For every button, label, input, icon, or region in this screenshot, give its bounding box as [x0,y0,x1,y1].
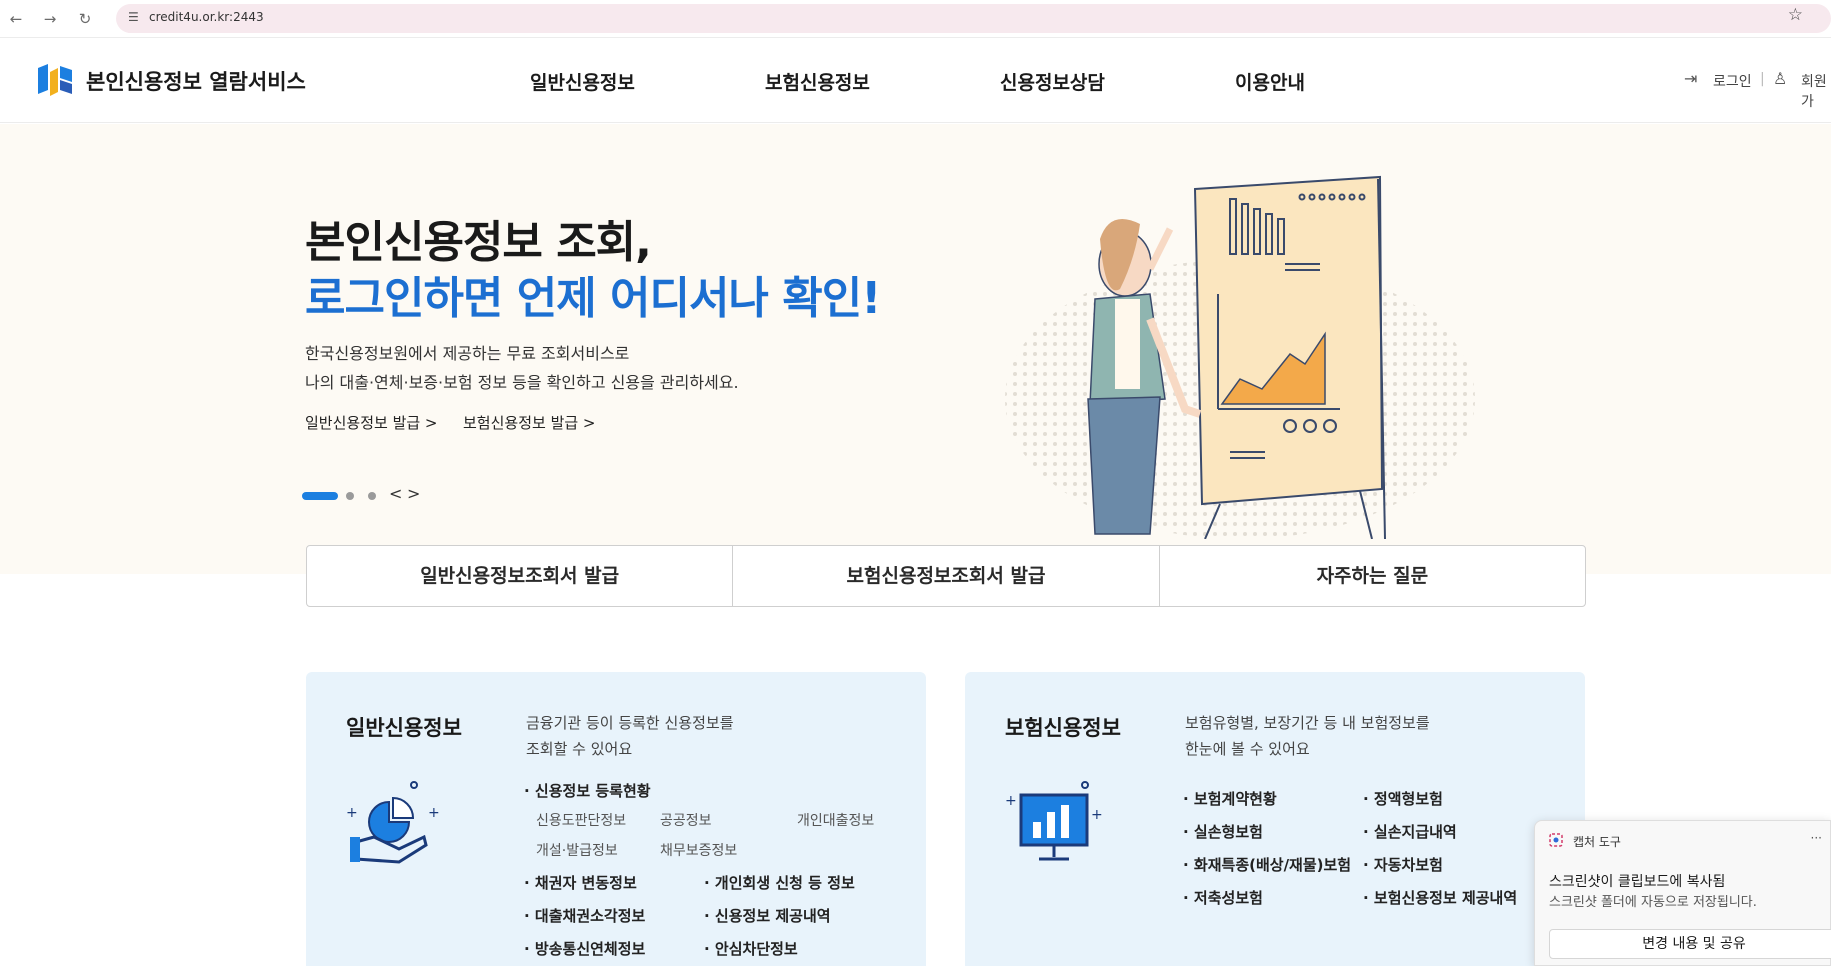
insurance-credit-card: 보험신용정보 보험유형별, 보장기간 등 내 보험정보를 한눈에 볼 수 있어요… [965,672,1585,966]
nav-insurance-credit[interactable]: 보험신용정보 [765,68,870,95]
tune-icon[interactable]: ☰ [128,10,139,24]
screenshot-toast[interactable]: 캡처 도구 ··· 스크린샷이 클립보드에 복사됨 스크린샷 폴더에 자동으로 … [1534,820,1831,966]
hero-title-line1: 본인신용정보 조회, [305,217,652,268]
svg-text:+: + [1091,807,1103,823]
nav-general-credit[interactable]: 일반신용정보 [530,68,635,95]
list-item-label[interactable]: 저축성보험 [1194,889,1263,907]
list-item[interactable]: · 실손형보험 [1183,821,1263,842]
list-item-label[interactable]: 보험신용정보 제공내역 [1374,889,1517,907]
list-item-label[interactable]: 방송통신연체정보 [535,940,645,958]
list-item[interactable]: · 자동차보험 [1363,854,1443,875]
list-item[interactable]: · 신용정보 제공내역 [704,905,831,926]
svg-text:+: + [346,805,358,821]
monitor-bar-chart-icon: + + [1005,781,1103,861]
list-item-label[interactable]: 채권자 변동정보 [535,874,637,892]
toast-app-name: 캡처 도구 [1573,835,1621,849]
back-arrow-icon[interactable]: ← [6,9,26,29]
list-item-label[interactable]: 실손형보험 [1194,823,1263,841]
quick-faq[interactable]: 자주하는 질문 [1160,546,1585,606]
list-item-label[interactable]: 안심차단정보 [715,940,798,958]
quick-general-credit-report[interactable]: 일반신용정보조회서 발급 [307,546,734,606]
url-text[interactable]: credit4u.or.kr:2443 [149,10,264,24]
card-title[interactable]: 일반신용정보 [346,712,462,742]
list-item[interactable]: · 안심차단정보 [704,938,798,959]
list-item-label[interactable]: 신용정보 제공내역 [715,907,831,925]
hero-title-line2: 로그인하면 언제 어디서나 확인! [305,273,881,324]
signup-link[interactable]: 회원가 [1801,71,1831,111]
list-item[interactable]: · 화재특종(배상/재물)보험 [1183,854,1351,875]
hero-desc-line2: 나의 대출·연체·보증·보험 정보 등을 확인하고 신용을 관리하세요. [305,373,739,392]
list-item-label[interactable]: 개인회생 신청 등 정보 [715,874,855,892]
list-item[interactable]: · 보험신용정보 제공내역 [1363,887,1517,908]
list-item-label[interactable]: 화재특종(배상/재물)보험 [1194,856,1351,874]
list-item[interactable]: · 저축성보험 [1183,887,1263,908]
list-item-label[interactable]: 실손지급내역 [1374,823,1457,841]
hero-banner: 본인신용정보 조회, 로그인하면 언제 어디서나 확인! 한국신용정보원에서 제… [0,124,1831,574]
edit-and-share-button[interactable]: 변경 내용 및 공유 [1549,929,1831,959]
nav-credit-consult[interactable]: 신용정보상담 [1000,68,1105,95]
card-desc: 금융기관 등이 등록한 신용정보를 조회할 수 있어요 [526,710,734,762]
svg-text:+: + [1005,793,1017,809]
login-icon[interactable]: ⇥ [1684,69,1697,88]
list-item-label[interactable]: 보험계약현황 [1194,790,1277,808]
toast-submessage: 스크린샷 폴더에 자동으로 저장됩니다. [1549,895,1757,910]
card-desc-line2: 조회할 수 있어요 [526,740,633,758]
list-item[interactable]: · 정액형보험 [1363,788,1443,809]
list-item[interactable]: · 방송통신연체정보 [524,938,645,959]
site-header: 본인신용정보 열람서비스 일반신용정보 보험신용정보 신용정보상담 이용안내 ⇥… [0,38,1831,123]
reload-icon[interactable]: ↻ [75,9,95,29]
list-item-label[interactable]: 정액형보험 [1374,790,1443,808]
sub-item[interactable]: 개인대출정보 [797,810,874,830]
list-item[interactable]: · 채권자 변동정보 [524,872,637,893]
list-item[interactable]: · 대출채권소각정보 [524,905,645,926]
card-desc-line2: 한눈에 볼 수 있어요 [1185,740,1310,758]
card-desc: 보험유형별, 보장기간 등 내 보험정보를 한눈에 볼 수 있어요 [1185,710,1430,762]
login-link[interactable]: 로그인 [1713,71,1752,91]
group-title[interactable]: 신용정보 등록현황 [535,782,651,800]
nav-usage-guide[interactable]: 이용안내 [1235,68,1305,95]
user-icon[interactable]: ♙ [1773,69,1787,88]
sub-item[interactable]: 공공정보 [660,810,712,830]
star-icon[interactable]: ☆ [1788,5,1803,25]
quick-menu: 일반신용정보조회서 발급 보험신용정보조회서 발급 자주하는 질문 [306,545,1586,607]
quick-insurance-credit-report[interactable]: 보험신용정보조회서 발급 [733,546,1160,606]
list-item[interactable]: · 실손지급내역 [1363,821,1457,842]
hero-desc-line1: 한국신용정보원에서 제공하는 무료 조회서비스로 [305,344,630,363]
list-item[interactable]: · 보험계약현황 [1183,788,1277,809]
card-desc-line1: 보험유형별, 보장기간 등 내 보험정보를 [1185,714,1430,732]
list-item-label[interactable]: 대출채권소각정보 [535,907,645,925]
forward-arrow-icon[interactable]: → [40,9,60,29]
site-title[interactable]: 본인신용정보 열람서비스 [86,66,306,96]
list-item[interactable]: · 신용정보 등록현황 [524,780,651,801]
slider-next-button[interactable]: > [407,484,420,503]
sub-item[interactable]: 신용도판단정보 [536,810,626,830]
general-credit-card: 일반신용정보 금융기관 등이 등록한 신용정보를 조회할 수 있어요 + + ·… [306,672,926,966]
sub-item[interactable]: 채무보증정보 [660,840,737,860]
cis-logo[interactable] [34,62,76,98]
address-bar[interactable]: ☰ credit4u.or.kr:2443 [116,4,1831,33]
toast-message: 스크린샷이 클립보드에 복사됨 [1549,874,1726,890]
util-separator: | [1760,71,1765,87]
list-item-label[interactable]: 자동차보험 [1374,856,1443,874]
svg-text:+: + [428,805,440,821]
snipping-tool-icon [1549,833,1563,847]
more-options-icon[interactable]: ··· [1811,831,1822,845]
list-item[interactable]: · 개인회생 신청 등 정보 [704,872,855,893]
browser-toolbar: ← → ↻ ☰ credit4u.or.kr:2443 ☆ [0,0,1831,38]
card-title[interactable]: 보험신용정보 [1005,712,1121,742]
hand-pie-chart-icon: + + [346,781,440,864]
sub-item[interactable]: 개설·발급정보 [536,840,618,860]
hero-link-general[interactable]: 일반신용정보 발급 > [305,412,438,433]
slider-prev-button[interactable]: < [389,484,402,503]
presenter-illustration [1005,175,1475,539]
slider-dot[interactable] [368,492,376,500]
slider-dot[interactable] [346,492,354,500]
hero-link-insurance[interactable]: 보험신용정보 발급 > [463,412,596,433]
card-desc-line1: 금융기관 등이 등록한 신용정보를 [526,714,734,732]
slider-dot-active[interactable] [302,492,338,500]
